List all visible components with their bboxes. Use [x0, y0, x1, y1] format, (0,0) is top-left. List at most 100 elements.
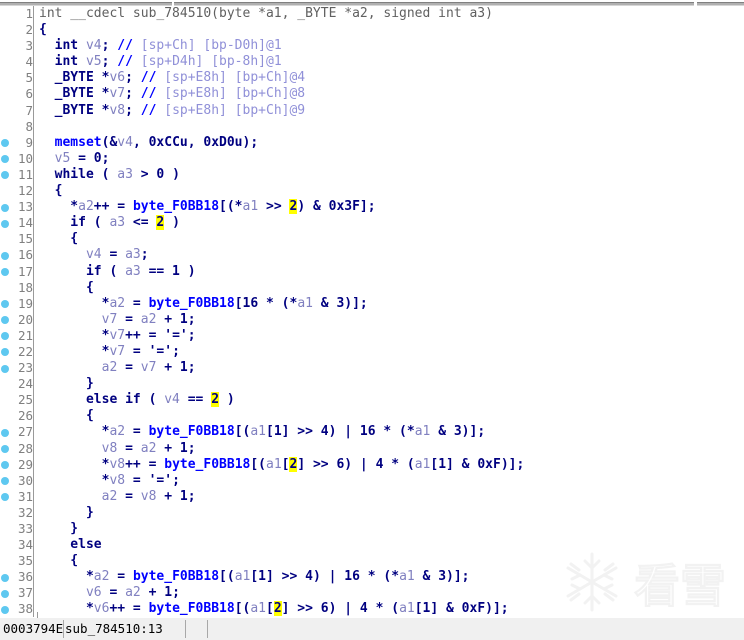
code-token: while ( — [39, 166, 118, 182]
code-line[interactable]: 32 } — [0, 504, 524, 521]
code-line-text: *a2 = byte_F0BB18[16 * (*a1 & 3)]; — [39, 296, 368, 312]
code-token: v6 — [85, 585, 102, 601]
breakpoint-dot-icon[interactable] — [1, 139, 9, 148]
code-line-text: { — [39, 408, 94, 424]
code-token: ] >> 6) | 4 * ( — [297, 456, 415, 472]
breakpoint-dot-icon[interactable] — [1, 445, 9, 454]
code-token: = — [101, 247, 126, 263]
code-token: [( — [250, 456, 266, 472]
breakpoint-dot-icon[interactable] — [1, 428, 9, 437]
code-line[interactable]: 22 *v7 = '='; — [0, 343, 524, 361]
code-line[interactable]: 36 *a2 = byte_F0BB18[(a1[1] >> 4) | 16 *… — [0, 569, 524, 586]
breakpoint-dot-icon[interactable] — [1, 589, 9, 598]
code-token: byte_F0BB18 — [164, 456, 251, 472]
code-line[interactable]: 33 } — [0, 521, 524, 538]
code-line[interactable]: 6 _BYTE *v7; // [sp+E8h] [bp+Ch]@8 — [0, 86, 524, 103]
code-line[interactable]: 9 memset(&v4, 0xCCu, 0xD0u); — [0, 134, 524, 151]
code-line[interactable]: 37 v6 = a2 + 1; — [0, 585, 524, 602]
code-token: + 1; — [156, 488, 196, 504]
code-line[interactable]: 8 — [0, 118, 524, 135]
code-line[interactable]: 20 v7 = a2 + 1; — [0, 311, 524, 328]
code-token: a1 — [242, 199, 259, 215]
code-line-text: } — [39, 505, 94, 521]
breakpoint-dot-icon[interactable] — [1, 251, 9, 260]
code-line[interactable]: 14 if ( a3 <= 2 ) — [0, 215, 524, 232]
code-line[interactable]: 11 while ( a3 > 0 ) — [0, 166, 524, 184]
code-line[interactable]: 34 else — [0, 537, 524, 554]
code-line[interactable]: 31 a2 = v8 + 1; — [0, 488, 524, 505]
breakpoint-dot-icon[interactable] — [1, 605, 9, 614]
breakpoint-dot-icon[interactable] — [1, 268, 9, 276]
code-token: ) — [219, 392, 235, 408]
code-line[interactable]: 23 a2 = v7 + 1; — [0, 360, 524, 377]
code-line[interactable]: 17 if ( a3 == 1 ) — [0, 263, 524, 280]
code-token: else if ( — [39, 392, 165, 408]
code-line-text: { — [39, 183, 63, 199]
code-line[interactable]: 12 { — [0, 183, 524, 200]
breakpoint-dot-icon[interactable] — [1, 316, 9, 325]
code-line[interactable]: 3 int v4; // [sp+Ch] [bp-D0h]@1 — [0, 38, 524, 55]
code-line[interactable]: 25 else if ( v4 == 2 ) — [0, 392, 524, 409]
line-number: 28 — [0, 441, 33, 457]
code-line-text: *a2++ = byte_F0BB18[(*a1 >> 2) & 0x3F]; — [39, 199, 376, 215]
line-number: 29 — [0, 457, 33, 473]
pseudocode-text-area[interactable]: 1 int __cdecl sub_784510(byte *a1, _BYTE … — [0, 6, 744, 618]
line-number: 18 — [17, 279, 33, 295]
code-line[interactable]: 2{ — [0, 22, 524, 39]
code-line[interactable]: 28 v8 = a2 + 1; — [0, 440, 524, 457]
code-line[interactable]: 1 int __cdecl sub_784510(byte *a1, _BYTE … — [0, 6, 524, 23]
code-line-text: *v8++ = byte_F0BB18[(a1[2] >> 6) | 4 * (… — [39, 456, 524, 473]
line-number: 36 — [0, 569, 33, 585]
code-token: a2 — [140, 440, 157, 456]
code-token: // — [140, 70, 165, 86]
breakpoint-dot-icon[interactable] — [1, 203, 9, 212]
code-line[interactable]: 7 _BYTE *v8; // [sp+E8h] [bp+Ch]@9 — [0, 102, 524, 119]
code-line[interactable]: 38 *v6++ = byte_F0BB18[(a1[2] >> 6) | 4 … — [0, 601, 524, 618]
code-line[interactable]: 19 *a2 = byte_F0BB18[16 * (*a1 & 3)]; — [0, 295, 524, 312]
breakpoint-dot-icon[interactable] — [1, 493, 9, 502]
code-token: & 3)]; — [414, 569, 470, 585]
code-token: * — [39, 472, 110, 488]
code-line[interactable]: 26 { — [0, 408, 524, 425]
code-line[interactable]: 21 *v7++ = '='; — [0, 327, 524, 344]
breakpoint-dot-icon[interactable] — [1, 461, 9, 470]
code-line[interactable]: 5 _BYTE *v6; // [sp+E8h] [bp+Ch]@4 — [0, 70, 524, 87]
code-line[interactable]: 35 { — [0, 553, 524, 570]
code-line-text: int v4; // [sp+Ch] [bp-D0h]@1 — [39, 38, 282, 54]
breakpoint-dot-icon[interactable] — [1, 364, 9, 373]
breakpoint-dot-icon[interactable] — [1, 171, 9, 180]
code-line[interactable]: 30 *v8 = '='; — [0, 472, 524, 489]
line-number: 33 — [17, 521, 33, 536]
line-number: 26 — [17, 408, 33, 424]
code-token: [( — [219, 569, 235, 585]
code-line[interactable]: 15 { — [0, 231, 524, 248]
code-line[interactable]: 18 { — [0, 279, 524, 296]
code-line[interactable]: 24 } — [0, 376, 524, 393]
breakpoint-dot-icon[interactable] — [1, 155, 9, 164]
code-line[interactable]: 13 *a2++ = byte_F0BB18[(*a1 >> 2) & 0x3F… — [0, 199, 524, 216]
highlighted-token: 2 — [273, 601, 282, 617]
status-location: sub_784510:13 — [62, 620, 186, 638]
code-token: v7 — [109, 86, 126, 102]
line-number: 9 — [0, 135, 33, 151]
code-line[interactable]: 29 *v8++ = byte_F0BB18[(a1[2] >> 6) | 4 … — [0, 456, 524, 473]
breakpoint-dot-icon[interactable] — [1, 477, 9, 486]
breakpoint-dot-icon[interactable] — [1, 332, 9, 341]
breakpoint-dot-icon[interactable] — [1, 573, 9, 582]
breakpoint-dot-icon[interactable] — [1, 219, 9, 228]
code-token: v7 — [109, 343, 126, 359]
code-line[interactable]: 27 *a2 = byte_F0BB18[(a1[1] >> 4) | 16 *… — [0, 424, 524, 441]
code-line[interactable]: 10 v5 = 0; — [0, 150, 524, 167]
breakpoint-dot-icon[interactable] — [1, 300, 9, 309]
code-token: // — [117, 38, 141, 54]
code-token: v6 — [93, 601, 110, 617]
code-token: * — [39, 295, 110, 311]
code-line-text: int __cdecl sub_784510(byte *a1, _BYTE *… — [39, 6, 493, 22]
code-line[interactable]: 16 v4 = a3; — [0, 247, 524, 264]
code-token: ; — [101, 54, 118, 70]
code-line[interactable]: 4 int v5; // [sp+D4h] [bp-8h]@1 — [0, 54, 524, 71]
code-token: = — [117, 440, 141, 456]
breakpoint-dot-icon[interactable] — [1, 348, 9, 357]
line-number: 6 — [25, 86, 33, 102]
